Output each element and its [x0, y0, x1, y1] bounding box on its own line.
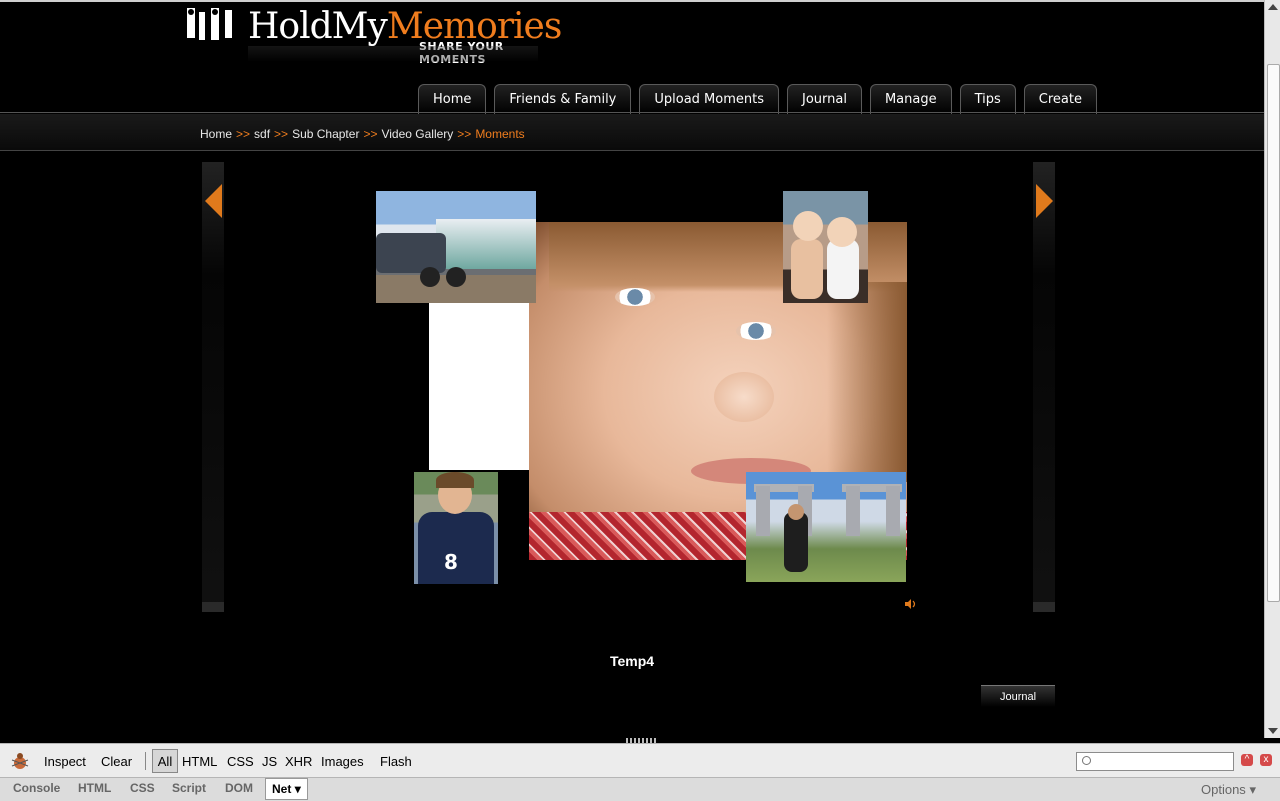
- panel-tab-css[interactable]: CSS: [130, 781, 155, 795]
- breadcrumb-separator: >>: [236, 127, 251, 141]
- silhouette-figures-icon: [187, 8, 232, 40]
- photo-football-boy: 8: [414, 472, 498, 584]
- vertical-scrollbar[interactable]: [1264, 0, 1280, 738]
- breadcrumb-separator: >>: [274, 127, 289, 141]
- tab-create[interactable]: Create: [1023, 84, 1097, 114]
- next-arrow-icon[interactable]: [1036, 184, 1053, 218]
- tab-manage[interactable]: Manage: [869, 84, 952, 114]
- breadcrumb-home[interactable]: Home: [200, 127, 232, 141]
- filter-xhr-button[interactable]: XHR: [285, 754, 312, 769]
- filter-html-button[interactable]: HTML: [182, 754, 217, 769]
- photo-twin-babies: [783, 191, 868, 303]
- breadcrumb-separator: >>: [363, 127, 378, 141]
- panel-tab-net[interactable]: Net ▾: [265, 778, 308, 800]
- photo-stonehenge: [746, 472, 906, 582]
- firebug-icon[interactable]: [10, 752, 30, 770]
- scrollbar-thumb[interactable]: [1267, 64, 1280, 602]
- journal-button[interactable]: Journal: [981, 685, 1055, 707]
- breadcrumb-separator: >>: [457, 127, 472, 141]
- slideshow-title: Temp4: [609, 653, 655, 669]
- filter-all-button[interactable]: All: [152, 749, 178, 773]
- photo-truck-camper: [376, 191, 536, 303]
- close-icon[interactable]: x: [1260, 754, 1272, 766]
- panel-tab-script[interactable]: Script: [172, 781, 206, 795]
- inspect-button[interactable]: Inspect: [44, 754, 86, 769]
- firebug-search-input[interactable]: [1076, 752, 1234, 771]
- tab-tips[interactable]: Tips: [959, 84, 1016, 114]
- logo-reflection: [248, 46, 538, 62]
- breadcrumb-sdf[interactable]: sdf: [254, 127, 270, 141]
- scroll-up-icon[interactable]: [1268, 4, 1278, 10]
- chevron-down-icon: ▾: [1249, 782, 1256, 797]
- panel-tab-console[interactable]: Console: [13, 781, 60, 795]
- search-icon: [1082, 756, 1091, 765]
- slideshow-player[interactable]: 8: [202, 162, 1055, 612]
- slideshow-left-rail: [202, 162, 224, 612]
- eye: [615, 288, 655, 306]
- options-menu[interactable]: Options ▾: [1201, 782, 1256, 798]
- filter-js-button[interactable]: JS: [262, 754, 277, 769]
- page: HoldMyMemories SHARE YOUR MOMENTS Home F…: [0, 0, 1264, 740]
- nav-divider: [0, 112, 1264, 113]
- tab-friends-family[interactable]: Friends & Family: [494, 84, 632, 114]
- tab-upload-moments[interactable]: Upload Moments: [639, 84, 779, 114]
- slideshow-right-rail: [1033, 162, 1055, 612]
- clear-button[interactable]: Clear: [101, 754, 132, 769]
- eye: [736, 322, 776, 340]
- tab-home[interactable]: Home: [418, 84, 487, 114]
- firebug-panel-tabs: Console HTML CSS Script DOM Net ▾ Option…: [0, 777, 1280, 801]
- firebug-toolbar: Inspect Clear All HTML CSS JS XHR Images…: [0, 743, 1280, 778]
- previous-arrow-icon[interactable]: [205, 184, 222, 218]
- logo[interactable]: HoldMyMemories SHARE YOUR MOMENTS: [185, 6, 562, 66]
- panel-tab-dom[interactable]: DOM: [225, 781, 253, 795]
- filter-css-button[interactable]: CSS: [227, 754, 254, 769]
- breadcrumb-bar: Home >> sdf >> Sub Chapter >> Video Gallery >> M…: [0, 114, 1264, 151]
- chevron-down-icon: ▾: [294, 782, 301, 796]
- filter-flash-button[interactable]: Flash: [380, 754, 412, 769]
- tab-journal[interactable]: Journal: [787, 84, 862, 114]
- filter-images-button[interactable]: Images: [321, 754, 364, 769]
- breadcrumb: Home >> sdf >> Sub Chapter >> Video Gallery >> M…: [200, 127, 525, 141]
- panel-tab-html[interactable]: HTML: [78, 781, 111, 795]
- breadcrumb-current: Moments: [475, 127, 525, 141]
- breadcrumb-video-gallery[interactable]: Video Gallery: [381, 127, 453, 141]
- speaker-icon[interactable]: [905, 599, 917, 609]
- main-nav: Home Friends & Family Upload Moments Jou…: [418, 84, 1097, 114]
- minimize-icon[interactable]: ^: [1241, 754, 1253, 766]
- breadcrumb-sub-chapter[interactable]: Sub Chapter: [292, 127, 359, 141]
- scroll-down-icon[interactable]: [1268, 728, 1278, 734]
